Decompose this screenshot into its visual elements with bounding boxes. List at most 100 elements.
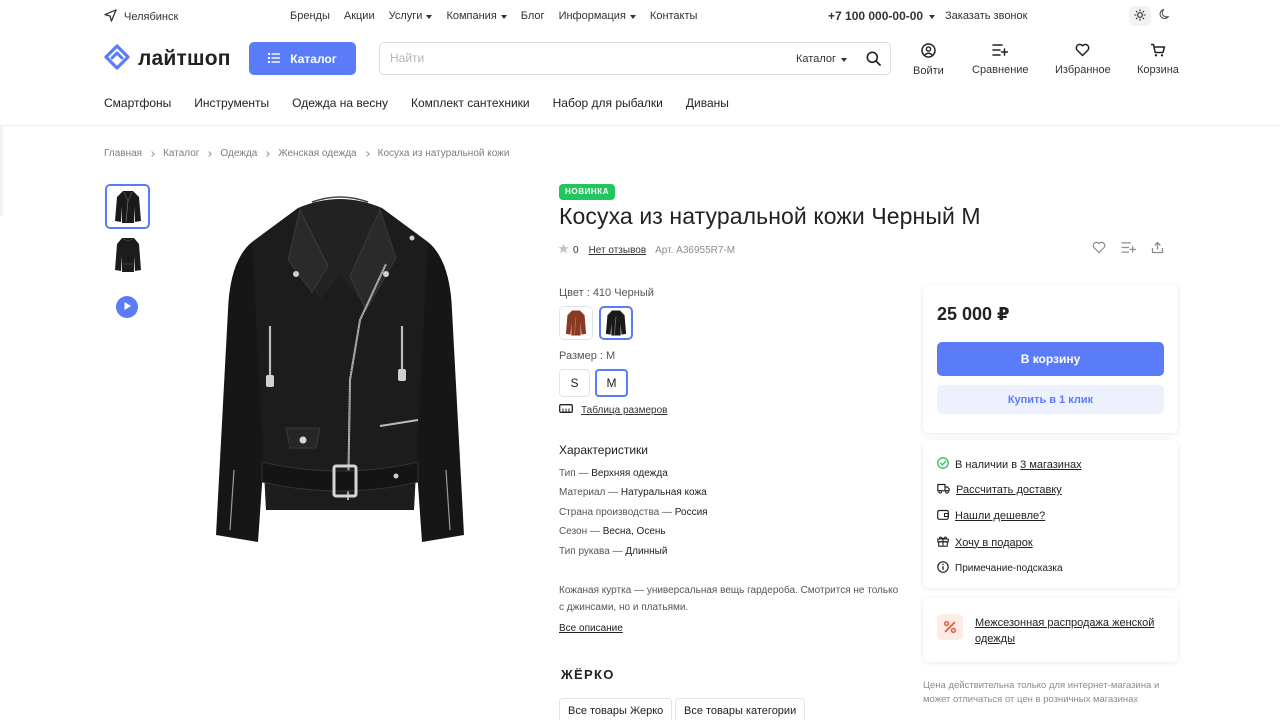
reviews-link[interactable]: Нет отзывов	[589, 245, 647, 256]
gift-icon	[937, 535, 949, 550]
color-swatch-brown[interactable]	[559, 306, 593, 340]
cart-button[interactable]: Корзина	[1137, 43, 1179, 76]
catalog-button-label: Каталог	[290, 51, 337, 66]
search-input[interactable]	[390, 51, 770, 65]
catalog-button[interactable]: Каталог	[249, 42, 356, 75]
topnav-label: Информация	[558, 10, 626, 22]
all-description-link[interactable]: Все описание	[559, 623, 623, 634]
user-icon	[921, 43, 936, 61]
search-bar: Каталог	[379, 42, 891, 75]
category-link[interactable]: Одежда на весну	[292, 96, 388, 110]
topnav-label: Блог	[520, 10, 545, 22]
dark-theme-button[interactable]	[1159, 8, 1171, 23]
light-theme-button[interactable]	[1129, 6, 1151, 26]
favorites-label: Избранное	[1055, 64, 1111, 76]
black-jacket-swatch-image	[605, 310, 627, 336]
color-label: Цвет : 410 Черный	[559, 287, 654, 299]
breadcrumb-current: Косуха из натуральной кожи	[377, 148, 510, 159]
gallery-thumb-1[interactable]	[105, 184, 150, 229]
compare-icon[interactable]	[1121, 241, 1137, 257]
category-link[interactable]: Диваны	[686, 96, 729, 110]
new-badge: НОВИНКА	[559, 184, 616, 200]
category-products-button[interactable]: Все товары категории	[675, 698, 806, 720]
size-option-s[interactable]: S	[559, 369, 590, 397]
location-arrow-icon	[104, 9, 117, 25]
topnav-item-info[interactable]: Информация	[559, 10, 636, 22]
cheaper-row[interactable]: Нашли дешевле?	[937, 509, 1045, 523]
site-logo[interactable]: лайтшоп	[104, 44, 231, 73]
price-disclaimer: Цена действительна только для интернет-м…	[923, 680, 1160, 705]
promo-box[interactable]: Межсезонная распродажа женской одежды	[923, 598, 1178, 662]
video-play-button[interactable]	[116, 296, 138, 318]
phone-number[interactable]: +7 100 000-00-00	[828, 9, 936, 23]
characteristic-value: Длинный	[625, 546, 668, 557]
sun-icon	[1134, 8, 1146, 24]
cart-label: Корзина	[1137, 64, 1179, 76]
size-table-label: Таблица размеров	[581, 404, 668, 416]
city-selector[interactable]: Челябинск	[104, 9, 178, 25]
product-sku: Арт. A36955R7-M	[655, 244, 736, 256]
promo-link: Межсезонная распродажа женской одежды	[975, 617, 1155, 645]
topnav-item-blog[interactable]: Блог	[521, 10, 545, 22]
topnav-item-contacts[interactable]: Контакты	[650, 10, 698, 22]
heart-icon[interactable]	[1092, 241, 1106, 257]
brand-logo[interactable]: ЖЁРКО	[561, 667, 615, 682]
characteristic-name: Материал	[559, 487, 606, 498]
login-button[interactable]: Войти	[913, 43, 944, 77]
compare-label: Сравнение	[972, 64, 1029, 76]
topnav-label: Акции	[343, 10, 375, 22]
gallery-thumb-2[interactable]	[105, 232, 150, 277]
size-option-m[interactable]: M	[595, 369, 628, 397]
topnav-item-brands[interactable]: Бренды	[290, 10, 330, 22]
chevron-right-icon	[264, 150, 271, 157]
caret-down-icon	[629, 14, 636, 19]
caret-down-icon	[929, 14, 936, 19]
one-click-buy-button[interactable]: Купить в 1 клик	[937, 385, 1164, 414]
chevron-right-icon	[363, 150, 370, 157]
color-swatch-black[interactable]	[599, 306, 633, 340]
product-title: Косуха из натуральной кожи Черный M	[559, 203, 981, 229]
breadcrumb-link[interactable]: Каталог	[163, 148, 199, 159]
compare-icon	[992, 43, 1009, 60]
search-icon[interactable]	[866, 51, 881, 69]
topnav-item-company[interactable]: Компания	[446, 10, 507, 22]
chevron-right-icon	[206, 150, 213, 157]
login-label: Войти	[913, 65, 944, 77]
topnav-item-services[interactable]: Услуги	[389, 10, 433, 22]
topnav-label: Услуги	[388, 10, 423, 22]
logo-mark-icon	[104, 44, 130, 73]
gift-row[interactable]: Хочу в подарок	[937, 535, 1033, 550]
delivery-row[interactable]: Рассчитать доставку	[937, 483, 1062, 497]
category-link[interactable]: Набор для рыбалки	[553, 96, 663, 110]
topnav-label: Контакты	[649, 10, 698, 22]
search-scope-select[interactable]: Каталог	[796, 53, 847, 65]
category-link[interactable]: Инструменты	[194, 96, 269, 110]
brand-products-button[interactable]: Все товары Жерко	[559, 698, 673, 720]
info-icon	[937, 561, 949, 576]
characteristic-name: Тип	[559, 468, 576, 479]
category-link[interactable]: Комплект сантехники	[411, 96, 530, 110]
cart-icon	[1150, 43, 1166, 60]
size-table-link[interactable]: Таблица размеров	[559, 404, 667, 416]
compare-button[interactable]: Сравнение	[972, 43, 1029, 76]
breadcrumb-link[interactable]: Женская одежда	[278, 148, 356, 159]
breadcrumb-link[interactable]: Одежда	[220, 148, 257, 159]
category-link[interactable]: Смартфоны	[104, 96, 171, 110]
stores-link[interactable]: 3 магазинах	[1020, 459, 1082, 471]
truck-icon	[937, 483, 950, 497]
breadcrumb-link[interactable]: Главная	[104, 148, 142, 159]
search-scope-label: Каталог	[796, 53, 836, 65]
size-label: Размер : M	[559, 350, 616, 362]
product-main-image[interactable]	[200, 180, 480, 550]
share-icon[interactable]	[1151, 241, 1164, 257]
add-to-cart-button[interactable]: В корзину	[937, 342, 1164, 376]
favorites-button[interactable]: Избранное	[1055, 43, 1111, 76]
callback-link[interactable]: Заказать звонок	[945, 10, 1027, 22]
ruler-icon	[559, 404, 573, 416]
topnav-item-promos[interactable]: Акции	[344, 10, 375, 22]
stock-text: В наличии в	[955, 458, 1018, 471]
caret-down-icon	[426, 14, 433, 19]
cheaper-link: Нашли дешевле?	[955, 510, 1046, 522]
note-row[interactable]: Примечание-подсказка	[937, 561, 1063, 576]
wallet-icon	[937, 509, 949, 523]
